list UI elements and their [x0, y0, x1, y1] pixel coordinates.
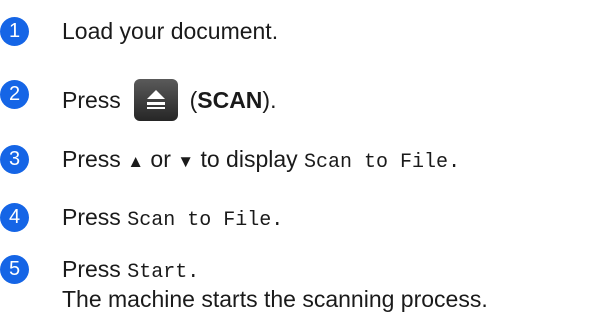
step-4: 4 Press Scan to File. — [0, 203, 605, 243]
step-text: Press ▲ or ▼ to display Scan to File. — [62, 145, 460, 177]
step-number-badge: 1 — [0, 17, 29, 46]
step-text: Press Scan to File. — [62, 203, 283, 235]
step-5: 5 Press Start. The machine starts the sc… — [0, 255, 605, 325]
period: . — [187, 261, 200, 284]
step-2: 2 Press (SCAN). — [0, 79, 605, 121]
scan-button-icon — [133, 78, 179, 122]
press-label: Press — [62, 256, 121, 282]
step-1: 1 Load your document. — [0, 17, 605, 57]
step-number-badge: 2 — [0, 80, 29, 109]
step-number-badge: 5 — [0, 255, 29, 284]
start-button-label: Start — [127, 261, 188, 284]
press-label: Press — [62, 204, 121, 230]
display-label: to display — [200, 146, 298, 172]
menu-item-scan-to-file: Scan to File — [304, 151, 449, 174]
step-number-badge: 3 — [0, 145, 29, 174]
step-text: Press Start. — [62, 255, 199, 287]
press-label: Press — [62, 146, 121, 172]
press-label: Press — [62, 87, 121, 114]
step-3: 3 Press ▲ or ▼ to display Scan to File. — [0, 145, 605, 185]
up-arrow-icon: ▲ — [127, 152, 145, 171]
period: . — [448, 151, 461, 174]
step-text: Load your document. — [62, 18, 279, 44]
scan-label: SCAN — [197, 87, 263, 114]
paren-close: ). — [262, 87, 277, 114]
period: . — [271, 209, 284, 232]
menu-item-scan-to-file: Scan to File — [127, 209, 272, 232]
down-arrow-icon: ▼ — [177, 152, 195, 171]
step-number-badge: 4 — [0, 203, 29, 232]
step-text: Press (SCAN). — [62, 78, 277, 124]
or-label: or — [150, 146, 171, 172]
step-result-text: The machine starts the scanning process. — [62, 286, 488, 312]
